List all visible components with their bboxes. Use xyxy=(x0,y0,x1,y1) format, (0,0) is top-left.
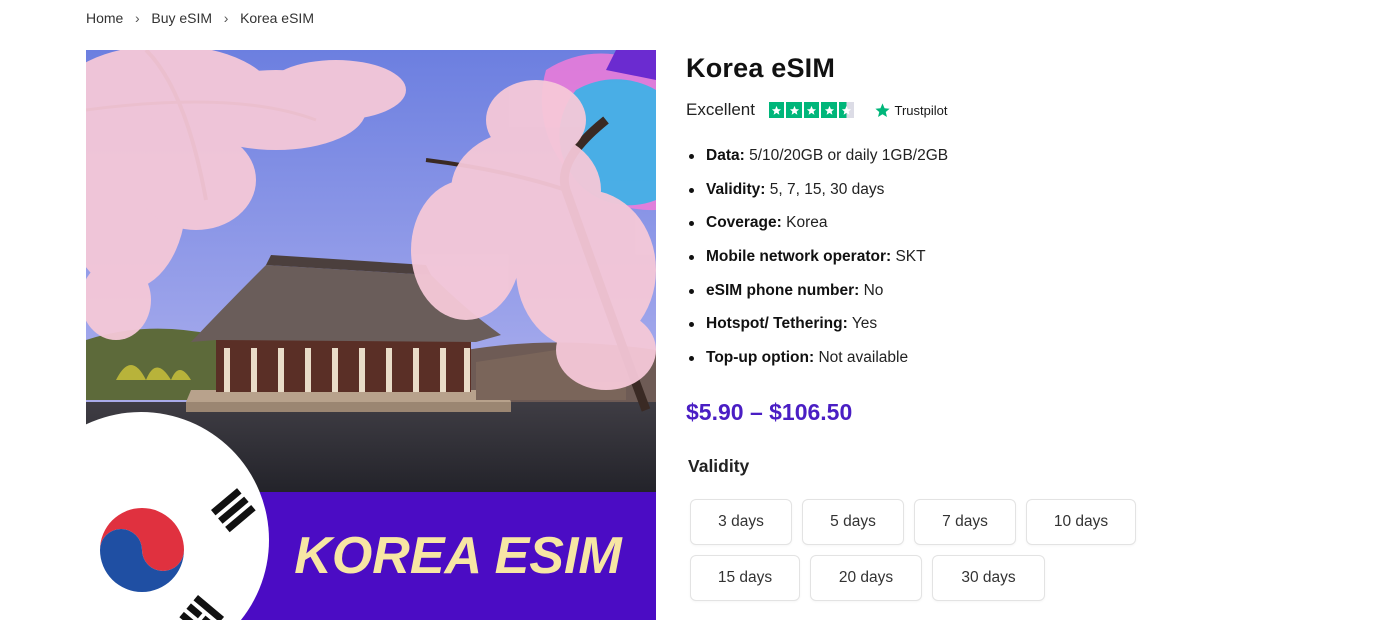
feature-label: Top-up option: xyxy=(706,349,815,367)
list-item: Validity: 5, 7, 15, 30 days xyxy=(686,180,1326,214)
star-icon xyxy=(803,102,820,118)
list-item: Top-up option: Not available xyxy=(686,348,1326,382)
banner-text: KOREA ESIM xyxy=(294,527,623,585)
list-item: Hotspot/ Tethering: Yes xyxy=(686,314,1326,348)
star-icon xyxy=(786,102,802,118)
star-icon xyxy=(821,102,837,118)
validity-option-20-days[interactable]: 20 days xyxy=(810,554,922,601)
star-icon xyxy=(768,102,785,118)
list-item: Coverage: Korea xyxy=(686,213,1326,247)
breadcrumb-current: Korea eSIM xyxy=(240,10,314,26)
validity-options: 3 days 5 days 7 days 10 days 15 days 20 … xyxy=(690,498,1160,601)
feature-value: Yes xyxy=(851,315,878,333)
feature-label: Validity: xyxy=(706,180,766,198)
validity-option-10-days[interactable]: 10 days xyxy=(1026,498,1136,545)
validity-label: Validity xyxy=(688,455,750,476)
breadcrumb-home[interactable]: Home xyxy=(86,10,123,26)
validity-option-30-days[interactable]: 30 days xyxy=(932,554,1045,601)
feature-value: No xyxy=(863,281,884,299)
validity-option-15-days[interactable]: 15 days xyxy=(690,554,800,601)
feature-value: Not available xyxy=(818,349,909,367)
chevron-right-icon: › xyxy=(223,10,229,26)
feature-value: Korea xyxy=(786,214,828,232)
trustpilot-rating[interactable]: Excellent Trustpilot xyxy=(686,98,1326,122)
feature-label: Coverage: xyxy=(706,214,782,232)
validity-option-3-days[interactable]: 3 days xyxy=(690,498,792,545)
half-star-icon xyxy=(838,102,855,118)
product-title: Korea eSIM xyxy=(686,53,836,83)
breadcrumb-buy-esim[interactable]: Buy eSIM xyxy=(151,10,212,26)
feature-label: Hotspot/ Tethering: xyxy=(706,315,848,333)
chevron-right-icon: › xyxy=(135,10,140,26)
validity-option-5-days[interactable]: 5 days xyxy=(802,498,904,545)
trustpilot-label: Trustpilot xyxy=(894,102,948,118)
rating-label: Excellent xyxy=(686,100,755,119)
rating-stars xyxy=(768,102,855,118)
list-item: Mobile network operator: SKT xyxy=(686,247,1326,281)
feature-value: 5, 7, 15, 30 days xyxy=(769,180,885,198)
price-range: $5.90 – $106.50 xyxy=(686,398,853,425)
feature-label: Mobile network operator: xyxy=(706,248,892,266)
feature-list: Data: 5/10/20GB or daily 1GB/2GB Validit… xyxy=(686,146,1326,382)
validity-option-7-days[interactable]: 7 days xyxy=(914,498,1016,545)
trustpilot-star-icon xyxy=(875,102,891,117)
feature-value: SKT xyxy=(895,248,926,266)
feature-label: Data: xyxy=(706,147,745,164)
product-info: Korea eSIM Excellent Trustpilot Data: 5/… xyxy=(686,50,1326,611)
trustpilot-logo: Trustpilot xyxy=(874,102,947,119)
feature-label: eSIM phone number: xyxy=(706,281,860,299)
feature-value: 5/10/20GB or daily 1GB/2GB xyxy=(749,147,949,164)
list-item: eSIM phone number: No xyxy=(686,281,1326,315)
breadcrumb: Home › Buy eSIM › Korea eSIM xyxy=(86,10,314,26)
list-item: Data: 5/10/20GB or daily 1GB/2GB xyxy=(686,146,1326,180)
product-image[interactable]: KOREA ESIM xyxy=(86,50,656,620)
